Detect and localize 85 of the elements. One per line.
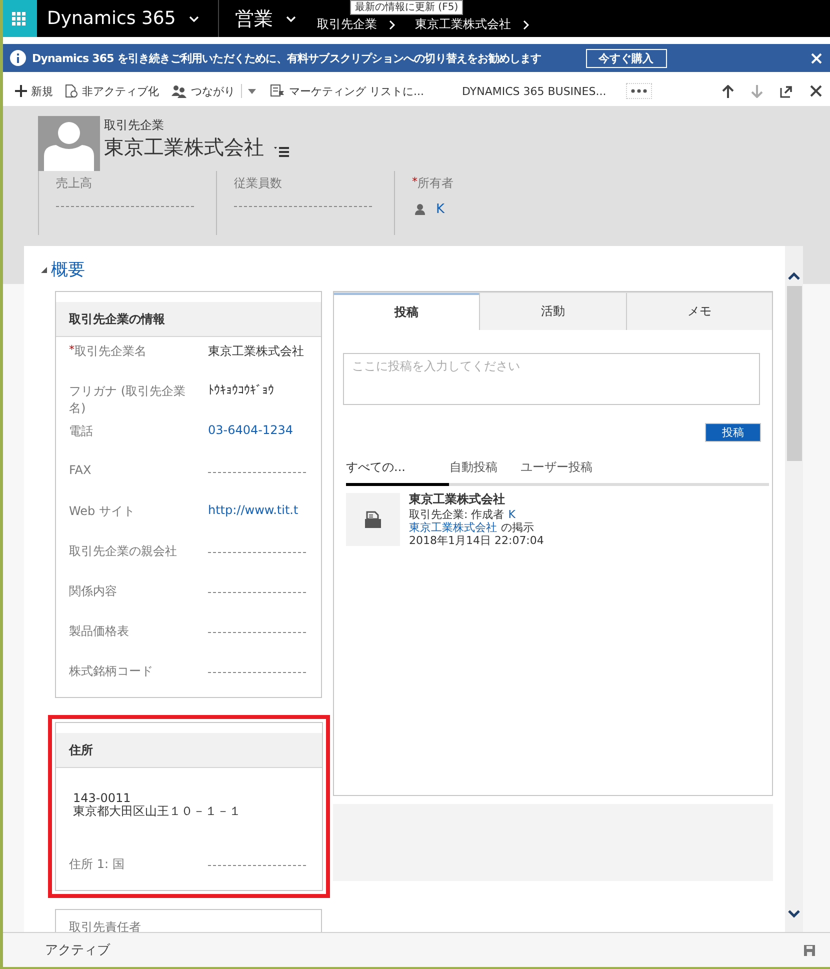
breadcrumb-link[interactable]: 取引先企業 — [316, 16, 377, 33]
field-value[interactable]: ﾄｳｷｮｳｺｳｷﾞｮｳ — [208, 383, 310, 397]
field-label: *取引先企業名 — [69, 343, 148, 360]
app-name-menu[interactable]: Dynamics 365 — [47, 8, 176, 29]
notification-text: Dynamics 365 を引き続きご利用いただくために、有料サブスクリプションへの切り替えをお勧めします — [32, 50, 542, 66]
post-suffix: の掲示 — [501, 521, 534, 534]
list-flag-icon — [270, 84, 285, 98]
plus-icon — [15, 85, 27, 97]
entity-type-label: 取引先企業 — [104, 117, 165, 134]
address-line: 143-0011 — [73, 792, 132, 805]
field-label: *所有者 — [412, 175, 454, 192]
chevron-right-icon — [522, 20, 529, 30]
save-icon[interactable] — [804, 944, 815, 956]
section-heading: 取引先責任者 — [69, 920, 141, 934]
field-label: 製品価格表 — [69, 623, 130, 640]
post-timestamp: 2018年1月14日 22:07:04 — [409, 534, 544, 547]
info-icon — [10, 50, 26, 66]
command-button[interactable]: 新規 — [15, 84, 53, 98]
post-byline: 取引先企業: 作成者 — [409, 508, 504, 521]
document-icon — [65, 84, 78, 98]
post-input-field[interactable]: ここに投稿を入力してください — [343, 353, 760, 405]
field-label: 関係内容 — [69, 583, 118, 600]
arrow-up-icon — [722, 84, 734, 98]
field-label: 電話 — [69, 423, 94, 440]
grid-icon — [12, 12, 26, 26]
chevron-up-icon[interactable] — [788, 272, 800, 280]
close-icon[interactable] — [811, 52, 822, 64]
owner-link[interactable]: K — [436, 202, 445, 217]
nav-button[interactable] — [780, 84, 793, 98]
field-value[interactable]: 東京工業株式会社 — [208, 343, 310, 360]
field-label: FAX — [69, 463, 92, 477]
field-label: 住所 1: 国 — [69, 856, 126, 873]
field-label: 売上高 — [56, 175, 93, 192]
section-heading: 住所 — [69, 742, 93, 758]
command-button[interactable]: つながり — [171, 84, 235, 98]
field-link[interactable]: 03-6404-1234 — [208, 423, 310, 437]
field-label: フリガナ (取引先企業名) — [69, 383, 186, 417]
dropdown-button[interactable] — [248, 88, 256, 94]
chevron-down-icon — [188, 14, 200, 22]
author-link[interactable]: K — [508, 508, 516, 521]
field-label: 従業員数 — [234, 175, 283, 192]
triangle-icon[interactable] — [41, 266, 47, 272]
buy-now-button[interactable]: 今すぐ購入 — [586, 48, 667, 68]
section-title[interactable]: 概要 — [51, 258, 85, 281]
post-title: 東京工業株式会社 — [409, 493, 506, 506]
scrollbar-thumb[interactable] — [786, 286, 802, 461]
field-label: 取引先企業の親会社 — [69, 543, 178, 560]
scrollbar[interactable] — [785, 246, 803, 932]
chevron-right-icon — [388, 20, 395, 30]
person-icon — [415, 204, 425, 215]
breadcrumb-link[interactable]: 東京工業株式会社 — [414, 16, 511, 33]
command-button[interactable]: マーケティング リストに... — [270, 84, 424, 98]
command-button[interactable]: DYNAMICS 365 BUSINES... — [462, 84, 606, 98]
chevron-down-icon — [284, 14, 297, 22]
tooltip: 最新の情報に更新 (F5) — [350, 0, 464, 15]
area-menu[interactable]: 営業 — [234, 6, 273, 32]
avatar-placeholder — [38, 116, 100, 171]
field-link[interactable]: http://www.tit.t — [208, 503, 310, 517]
app-launcher-button[interactable] — [3, 0, 37, 37]
chevron-down-icon[interactable] — [788, 910, 800, 918]
post-button[interactable]: 投稿 — [705, 423, 761, 442]
form-menu-icon[interactable] — [274, 144, 290, 156]
field-label: 株式銘柄コード — [69, 663, 154, 680]
nav-button[interactable] — [722, 84, 734, 98]
filter-tab[interactable]: すべての... — [346, 454, 450, 486]
section-heading: 取引先企業の情報 — [69, 310, 165, 328]
command-button[interactable]: 非アクティブ化 — [65, 84, 159, 98]
tab[interactable]: メモ — [626, 293, 772, 330]
tab[interactable]: 活動 — [479, 293, 626, 330]
popout-icon — [780, 84, 793, 98]
filter-tab[interactable]: 自動投稿 — [449, 454, 520, 486]
arrow-down-icon — [751, 84, 763, 98]
document-icon — [364, 510, 382, 528]
nav-button[interactable] — [810, 85, 822, 97]
caret-icon — [248, 88, 256, 94]
people-icon — [171, 84, 187, 98]
filter-tab[interactable]: ユーザー投稿 — [520, 454, 616, 486]
more-icon — [631, 89, 648, 93]
record-title: 東京工業株式会社 — [104, 134, 264, 161]
field-label: Web サイト — [69, 503, 136, 520]
more-commands-button[interactable] — [626, 83, 652, 99]
close-icon — [810, 85, 822, 97]
address-line: 東京都大田区山王１０－１－１ — [73, 805, 242, 818]
status-text: アクティブ — [45, 942, 112, 959]
record-link[interactable]: 東京工業株式会社 — [409, 521, 497, 534]
